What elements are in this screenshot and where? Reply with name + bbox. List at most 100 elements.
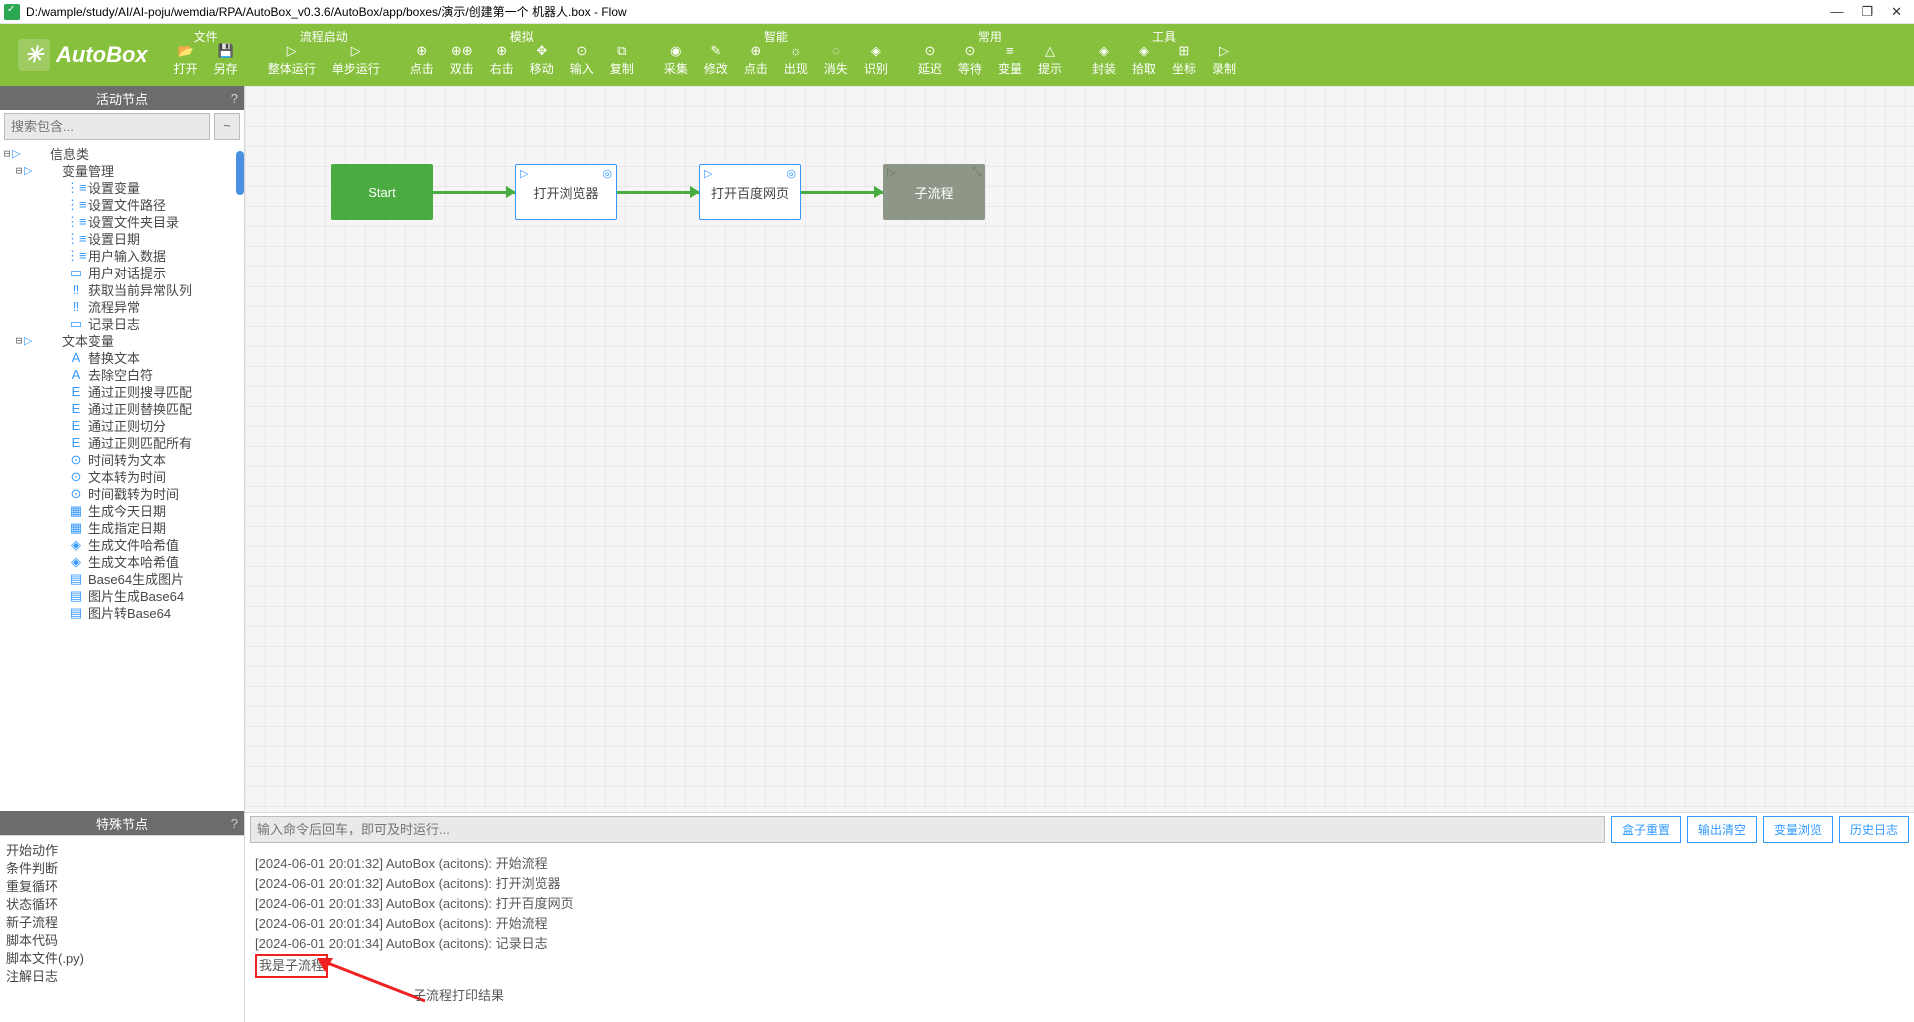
toolbar-icon: ◌ — [832, 42, 840, 60]
toolbar-button[interactable]: ◌消失 — [816, 42, 856, 78]
tree-node[interactable]: ⋮≡设置文件路径 — [0, 196, 244, 213]
toolbar-group-title: 智能 — [764, 24, 788, 42]
tree-node[interactable]: ◈生成文本哈希值 — [0, 553, 244, 570]
tree-node[interactable]: A去除空白符 — [0, 366, 244, 383]
toolbar-button[interactable]: ⊙等待 — [950, 42, 990, 78]
toolbar-button[interactable]: △提示 — [1030, 42, 1070, 78]
tree-icon: ⊙ — [66, 469, 86, 485]
help-icon[interactable]: ? — [231, 91, 238, 106]
toolbar-button[interactable]: 📂打开 — [166, 42, 206, 78]
tree-node[interactable]: ◈生成文件哈希值 — [0, 536, 244, 553]
special-item[interactable]: 条件判断 — [6, 858, 238, 876]
toolbar-group-title: 流程启动 — [300, 24, 348, 42]
flow-node-subflow[interactable]: ▷⤡ 子流程 — [883, 164, 985, 220]
clear-button[interactable]: 输出清空 — [1687, 816, 1757, 843]
titlebar: D:/wample/study/AI/AI-poju/wemdia/RPA/Au… — [0, 0, 1914, 24]
tree-node[interactable]: ▦生成指定日期 — [0, 519, 244, 536]
toolbar-button[interactable]: ◈识别 — [856, 42, 896, 78]
toolbar-button[interactable]: ⊕点击 — [402, 42, 442, 78]
tree-node[interactable]: A替换文本 — [0, 349, 244, 366]
toolbar-button[interactable]: ✥移动 — [522, 42, 562, 78]
toolbar-button[interactable]: ≡变量 — [990, 42, 1030, 78]
toolbar-button[interactable]: ▷录制 — [1204, 42, 1244, 78]
tree-node[interactable]: ▤图片转Base64 — [0, 604, 244, 621]
special-item[interactable]: 重复循环 — [6, 876, 238, 894]
special-item[interactable]: 开始动作 — [6, 840, 238, 858]
tree-node[interactable]: ‼获取当前异常队列 — [0, 281, 244, 298]
flow-node-start[interactable]: Start — [331, 164, 433, 220]
tree-node[interactable]: ⊟▷文本变量 — [0, 332, 244, 349]
window-controls: — ❐ ✕ — [1830, 4, 1910, 20]
tree-node[interactable]: ⊙时间转为文本 — [0, 451, 244, 468]
history-button[interactable]: 历史日志 — [1839, 816, 1909, 843]
minimize-button[interactable]: — — [1830, 4, 1843, 20]
tree-node[interactable]: ⋮≡用户输入数据 — [0, 247, 244, 264]
toolbar-button[interactable]: ▷单步运行 — [324, 42, 388, 78]
help-icon[interactable]: ? — [231, 816, 238, 831]
toolbar-group-title: 模拟 — [510, 24, 534, 42]
vars-button[interactable]: 变量浏览 — [1763, 816, 1833, 843]
tree-node[interactable]: ⊟▷变量管理 — [0, 162, 244, 179]
tree-icon: E — [66, 401, 86, 416]
tree-node[interactable]: ‼流程异常 — [0, 298, 244, 315]
tree-node[interactable]: ▦生成今天日期 — [0, 502, 244, 519]
flow-canvas[interactable]: Start ▷◎ 打开浏览器 ▷◎ 打开百度网页 ▷⤡ 子流程 盒子重置 输出清… — [245, 86, 1914, 1022]
tree-node[interactable]: ▤图片生成Base64 — [0, 587, 244, 604]
toolbar-button[interactable]: ⊞坐标 — [1164, 42, 1204, 78]
tree-node[interactable]: ▭用户对话提示 — [0, 264, 244, 281]
toolbar-button[interactable]: ◉采集 — [656, 42, 696, 78]
tree-node[interactable]: ▤Base64生成图片 — [0, 570, 244, 587]
tree-node[interactable]: ▭记录日志 — [0, 315, 244, 332]
log-line: [2024-06-01 20:01:34] AutoBox (acitons):… — [255, 914, 1904, 934]
toolbar-button[interactable]: ◈拾取 — [1124, 42, 1164, 78]
console-log[interactable]: [2024-06-01 20:01:32] AutoBox (acitons):… — [245, 846, 1914, 1022]
toolbar-button[interactable]: ⊙延迟 — [910, 42, 950, 78]
toolbar-button[interactable]: ◈封装 — [1084, 42, 1124, 78]
target-icon: ◎ — [786, 167, 796, 180]
scrollbar-thumb[interactable] — [236, 151, 244, 195]
window-title: D:/wample/study/AI/AI-poju/wemdia/RPA/Au… — [26, 3, 627, 20]
app-logo: ✳ AutoBox — [0, 24, 166, 86]
log-line: [2024-06-01 20:01:33] AutoBox (acitons):… — [255, 894, 1904, 914]
reset-button[interactable]: 盒子重置 — [1611, 816, 1681, 843]
special-item[interactable]: 新子流程 — [6, 912, 238, 930]
command-input[interactable] — [250, 816, 1605, 843]
tree-node[interactable]: E通过正则匹配所有 — [0, 434, 244, 451]
tree-node[interactable]: E通过正则搜寻匹配 — [0, 383, 244, 400]
special-item[interactable]: 脚本代码 — [6, 930, 238, 948]
toolbar-button[interactable]: ✎修改 — [696, 42, 736, 78]
toolbar-button[interactable]: 💾另存 — [206, 42, 246, 78]
toolbar-icon: △ — [1045, 42, 1055, 60]
toolbar-button[interactable]: ⊕点击 — [736, 42, 776, 78]
tree-node[interactable]: ⊙时间戳转为时间 — [0, 485, 244, 502]
search-input[interactable] — [4, 113, 210, 140]
flow-node-baidu[interactable]: ▷◎ 打开百度网页 — [699, 164, 801, 220]
tree-node[interactable]: E通过正则替换匹配 — [0, 400, 244, 417]
flow-node-browser[interactable]: ▷◎ 打开浏览器 — [515, 164, 617, 220]
maximize-button[interactable]: ❐ — [1861, 4, 1873, 20]
toolbar-button[interactable]: ☼出现 — [776, 42, 816, 78]
toolbar-button[interactable]: ▷整体运行 — [260, 42, 324, 78]
tree-node[interactable]: E通过正则切分 — [0, 417, 244, 434]
tree-node[interactable]: ⊟▷信息类 — [0, 145, 244, 162]
tree-icon: A — [66, 367, 86, 382]
toolbar-icon: ⊙ — [924, 42, 935, 60]
special-item[interactable]: 脚本文件(.py) — [6, 948, 238, 966]
tree-icon: ▭ — [66, 316, 86, 332]
tree-node[interactable]: ⋮≡设置日期 — [0, 230, 244, 247]
tree-icon: ▤ — [66, 588, 86, 604]
special-item[interactable]: 注解日志 — [6, 966, 238, 984]
log-line: [2024-06-01 20:01:32] AutoBox (acitons):… — [255, 874, 1904, 894]
toolbar-button[interactable]: ⊕右击 — [482, 42, 522, 78]
toolbar-button[interactable]: ⧉复制 — [602, 42, 642, 78]
toolbar-button[interactable]: ⊙输入 — [562, 42, 602, 78]
search-toggle[interactable]: ~ — [214, 113, 240, 140]
toolbar-button[interactable]: ⊕⊕双击 — [442, 42, 482, 78]
activity-tree[interactable]: ⊟▷信息类⊟▷变量管理⋮≡设置变量⋮≡设置文件路径⋮≡设置文件夹目录⋮≡设置日期… — [0, 143, 244, 811]
log-line: [2024-06-01 20:01:34] AutoBox (acitons):… — [255, 934, 1904, 954]
tree-node[interactable]: ⊙文本转为时间 — [0, 468, 244, 485]
tree-node[interactable]: ⋮≡设置文件夹目录 — [0, 213, 244, 230]
close-button[interactable]: ✕ — [1891, 4, 1902, 20]
special-item[interactable]: 状态循环 — [6, 894, 238, 912]
tree-node[interactable]: ⋮≡设置变量 — [0, 179, 244, 196]
